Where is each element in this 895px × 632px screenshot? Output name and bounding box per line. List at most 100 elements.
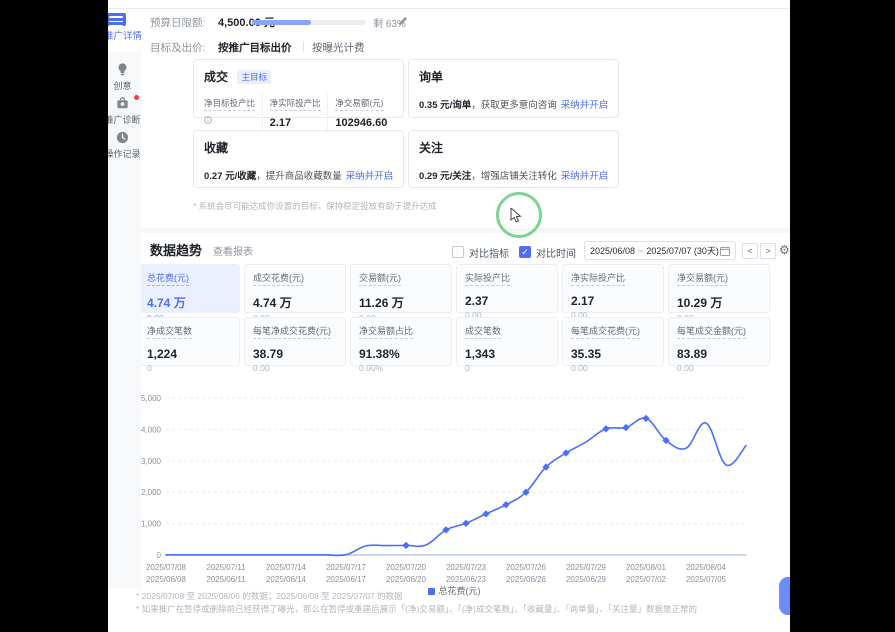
metric-label: 成交花费(元): [253, 271, 304, 286]
goal-card-favorite-desc: 0.27 元/收藏，提升商品收藏数量采纳并开启: [204, 168, 393, 182]
view-report-link[interactable]: 查看报表: [213, 243, 253, 258]
prev-period-button[interactable]: <: [742, 243, 758, 259]
metric-value: 1,224: [147, 347, 231, 361]
goal-card-deal-title: 成交: [204, 68, 228, 85]
metric-card[interactable]: 每笔净成交花费(元)38.790.00: [244, 317, 346, 366]
metric-card[interactable]: 净交易额占比91.38%0.00%: [350, 317, 452, 366]
deal-stat-value: 2.17: [270, 117, 328, 129]
sidebar-item[interactable]: 操作记录: [104, 130, 141, 160]
chart-footnote-2: * 如果推广在暂停或删除前已经获得了曝光，那么在暂停或重建后展示「(净)交易额」…: [136, 603, 697, 615]
metric-card[interactable]: 净交易额(元)10.29 万0.00: [668, 264, 770, 313]
info-icon[interactable]: [204, 111, 212, 128]
next-period-button[interactable]: >: [760, 243, 776, 259]
svg-text:2025/07/26: 2025/07/26: [506, 563, 547, 572]
svg-text:2025/06/26: 2025/06/26: [506, 575, 547, 584]
metric-value: 1,343: [465, 347, 549, 361]
svg-text:2025/07/29: 2025/07/29: [566, 563, 607, 572]
budget-progress-fill: [252, 20, 311, 25]
calendar-icon: [720, 246, 730, 256]
gear-icon[interactable]: ⚙: [779, 243, 790, 257]
metric-label: 净交易额占比: [359, 324, 413, 339]
goal-card-follow-desc: 0.29 元/关注，增强店铺关注转化采纳并开启: [419, 168, 608, 182]
metric-compare-value: 0.00%: [359, 363, 443, 373]
metric-value: 91.38%: [359, 347, 443, 361]
svg-text:4,000: 4,000: [141, 425, 162, 434]
metric-label: 每笔净成交花费(元): [253, 324, 331, 339]
inquiry-price: 0.35 元/询单: [419, 100, 471, 111]
metric-card[interactable]: 成交花费(元)4.74 万0.00: [244, 264, 346, 313]
metric-label: 总花费(元): [147, 271, 189, 286]
tab-divider: [303, 41, 304, 52]
budget-label: 预算日限额:: [150, 15, 205, 30]
legend-swatch: [428, 588, 435, 595]
tab-bid-by-goal[interactable]: 按推广目标出价: [218, 40, 292, 55]
metric-label: 成交笔数: [465, 324, 501, 339]
budget-edit-icon[interactable]: [398, 16, 408, 26]
sidebar-item-label: 操作记录: [105, 147, 141, 160]
svg-text:2025/07/11: 2025/07/11: [206, 563, 246, 572]
favorite-desc-text: ，提升商品收藏数量: [256, 171, 342, 182]
metric-label: 交易额(元): [359, 271, 401, 286]
follow-desc-text: ，增强店铺关注转化: [471, 171, 557, 182]
compare-metric-label[interactable]: 对比指标: [469, 245, 509, 260]
svg-text:2025/06/11: 2025/06/11: [206, 575, 246, 584]
metric-value: 4.74 万: [147, 294, 231, 311]
svg-text:2025/06/23: 2025/06/23: [446, 575, 487, 584]
follow-adopt-link[interactable]: 采纳并开启: [561, 171, 609, 182]
svg-text:2025/07/23: 2025/07/23: [446, 563, 487, 572]
chart-footnote-1: * 2025/07/08 至 2025/08/06 的数据；2025/06/08…: [136, 590, 403, 602]
metric-card[interactable]: 净成交笔数1,2240: [138, 317, 240, 366]
trend-line-chart: 01,0002,0003,0004,0005,0002025/07/082025…: [136, 390, 776, 586]
metric-compare-value: 0.00: [677, 363, 761, 373]
sidebar-item-label: 推广诊断: [105, 113, 141, 126]
metric-compare-value: 0.00: [571, 363, 655, 373]
goal-card-follow-title: 关注: [419, 139, 443, 156]
metric-card[interactable]: 实际投产比2.370.00: [456, 264, 558, 313]
sidebar-item[interactable]: 推广诊断: [104, 96, 141, 126]
svg-text:2025/07/05: 2025/07/05: [686, 575, 727, 584]
metric-value: 2.37: [465, 294, 549, 308]
svg-text:2025/08/01: 2025/08/01: [626, 563, 667, 572]
date-range-picker[interactable]: 2025/06/08 ~ 2025/07/07 (30天): [584, 241, 736, 260]
legend-label: 总花费(元): [439, 586, 481, 596]
svg-text:2025/07/14: 2025/07/14: [266, 563, 307, 572]
metric-card[interactable]: 交易额(元)11.26 万0.00: [350, 264, 452, 313]
compare-time-checkbox[interactable]: ✓: [519, 246, 531, 258]
notification-dot: [134, 95, 139, 100]
date-range-separator: ~: [638, 246, 643, 256]
diagnosis-icon: [115, 96, 130, 111]
metric-label: 净实际投产比: [571, 271, 625, 286]
metric-card[interactable]: 每笔成交金额(元)83.890.00: [668, 317, 770, 366]
metric-card[interactable]: 成交笔数1,3430: [456, 317, 558, 366]
inquiry-adopt-link[interactable]: 采纳并开启: [561, 100, 609, 111]
deal-stat-value: 102946.60: [335, 117, 393, 129]
metric-label: 每笔成交花费(元): [571, 324, 640, 339]
svg-text:2025/07/20: 2025/07/20: [386, 563, 427, 572]
tab-bid-by-exposure[interactable]: 按曝光计费: [312, 40, 365, 55]
metric-label: 净成交笔数: [147, 324, 192, 339]
compare-time-label[interactable]: 对比时间: [536, 245, 576, 260]
goal-card-favorite: 收藏 0.27 元/收藏，提升商品收藏数量采纳并开启: [193, 130, 404, 188]
metric-card[interactable]: 每笔成交花费(元)35.350.00: [562, 317, 664, 366]
svg-text:2025/07/17: 2025/07/17: [326, 563, 367, 572]
svg-text:2,000: 2,000: [141, 488, 162, 497]
follow-price: 0.29 元/关注: [419, 171, 471, 182]
primary-goal-badge: 主目标: [237, 70, 271, 84]
goal-card-inquiry-desc: 0.35 元/询单，获取更多意向咨询采纳并开启: [419, 97, 608, 111]
budget-progress-bar: [252, 20, 366, 25]
metric-card[interactable]: 总花费(元)4.74 万0.00: [138, 264, 240, 313]
metric-label: 实际投产比: [465, 271, 510, 286]
metric-value: 10.29 万: [677, 294, 761, 311]
bidding-label: 目标及出价:: [150, 40, 205, 55]
date-range-start: 2025/06/08: [590, 246, 635, 256]
right-black-bar: [790, 0, 895, 632]
sidebar-item-promo-detail[interactable]: 推广详情: [102, 28, 142, 42]
compare-metric-checkbox[interactable]: [452, 246, 464, 258]
metric-card[interactable]: 净实际投产比2.170.00: [562, 264, 664, 313]
sidebar-item[interactable]: 创意: [104, 62, 141, 92]
favorite-adopt-link[interactable]: 采纳并开启: [346, 171, 394, 182]
inquiry-desc-text: ，获取更多意向咨询: [471, 100, 557, 111]
deal-stat-label: 净实际投产比: [270, 97, 321, 111]
goal-card-inquiry: 询单 0.35 元/询单，获取更多意向咨询采纳并开启: [408, 59, 619, 118]
sidebar: 创意推广诊断操作记录: [104, 52, 141, 588]
